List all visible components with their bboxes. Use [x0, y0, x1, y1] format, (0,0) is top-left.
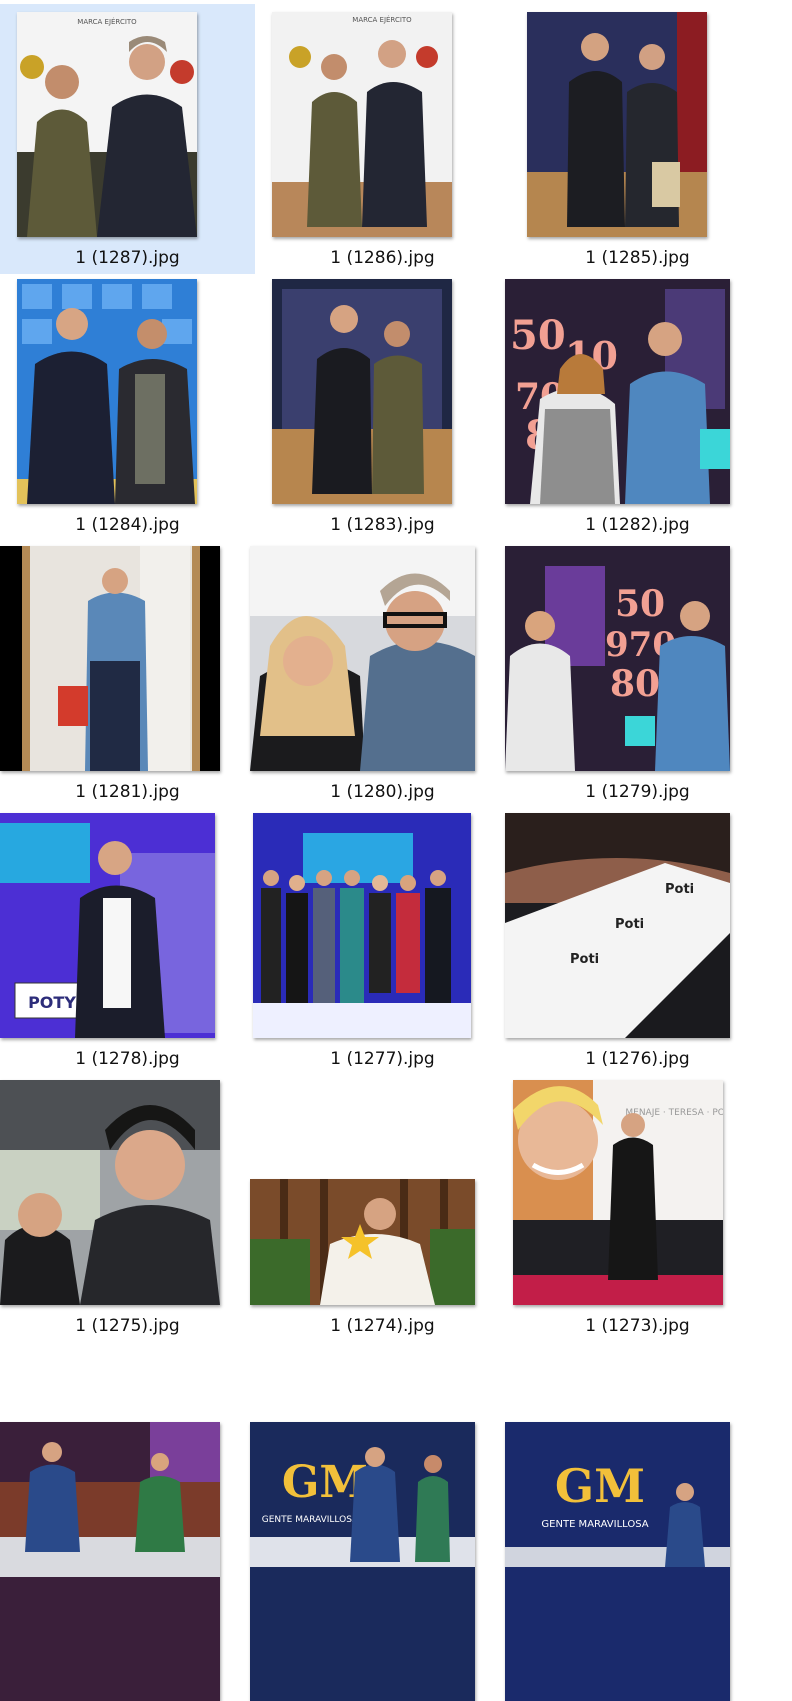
thumbnail-image: MENAJE · TERESA · POS [513, 1080, 723, 1305]
file-name: 1 (1277).jpg [330, 1049, 435, 1069]
thumbnail-image [272, 279, 452, 504]
file-name: 1 (1280).jpg [330, 782, 435, 802]
thumbnail-image: MARCA EJÉRCITO [272, 12, 452, 237]
svg-text:80: 80 [610, 663, 660, 705]
svg-text:50: 50 [615, 583, 665, 625]
file-grid: { "files": [ {"name": "1 (1287).jpg"}, {… [0, 0, 792, 1701]
file-tile[interactable]: POTY 1 (1278).jpg [0, 805, 255, 1075]
file-tile[interactable]: MARCA EJÉRCITO 1 (1287).jpg [0, 4, 255, 274]
file-name: 1 (1284).jpg [75, 515, 180, 535]
file-tile[interactable]: 1 (1285).jpg [510, 4, 765, 274]
thumbnail-image: 50 970 80 [505, 546, 730, 771]
file-name: 1 (1278).jpg [75, 1049, 180, 1069]
thumbnail-image [0, 1422, 220, 1701]
svg-text:Poti: Poti [570, 952, 599, 967]
banner-text: MARCA EJÉRCITO [77, 17, 137, 26]
svg-text:Poti: Poti [665, 882, 694, 897]
thumbnail-image: GM GENTE MARAVILLOSA [250, 1422, 475, 1701]
thumbnail-image: GM GENTE MARAVILLOSA [505, 1422, 730, 1701]
file-tile[interactable] [0, 1414, 255, 1701]
file-name: 1 (1283).jpg [330, 515, 435, 535]
thumbnail-image [17, 279, 197, 504]
show-title: GENTE MARAVILLOSA [262, 1515, 359, 1525]
file-name: 1 (1276).jpg [585, 1049, 690, 1069]
file-name: 1 (1274).jpg [330, 1316, 435, 1336]
file-name: 1 (1287).jpg [75, 248, 180, 268]
file-tile[interactable]: 1 (1277).jpg [253, 805, 510, 1075]
file-name: 1 (1285).jpg [585, 248, 690, 268]
thumbnail-image [527, 12, 707, 237]
banner-text: MARCA EJÉRCITO [352, 15, 412, 24]
gm-logo: GM [555, 1459, 645, 1513]
file-tile[interactable]: 1 (1283).jpg [255, 271, 510, 541]
file-tile[interactable]: MARCA EJÉRCITO 1 (1286).jpg [255, 4, 510, 274]
poty-sign: POTY [28, 993, 76, 1012]
file-tile[interactable]: 5010 7080 1 (1282).jpg [505, 271, 765, 541]
file-name: 1 (1282).jpg [585, 515, 690, 535]
file-name: 1 (1275).jpg [75, 1316, 180, 1336]
file-tile[interactable]: 1 (1275).jpg [0, 1072, 255, 1342]
file-name: 1 (1281).jpg [75, 782, 180, 802]
thumbnail-image [250, 546, 475, 771]
file-tile[interactable]: MENAJE · TERESA · POS 1 (1273).jpg [510, 1072, 765, 1342]
show-title: GENTE MARAVILLOSA [541, 1519, 648, 1530]
file-tile[interactable]: 1 (1284).jpg [0, 271, 255, 541]
thumbnail-image: MARCA EJÉRCITO [17, 12, 197, 237]
thumbnail-image: POTY [0, 813, 215, 1038]
file-tile[interactable]: GM GENTE MARAVILLOSA [250, 1414, 510, 1701]
thumbnail-image [0, 546, 220, 771]
file-tile[interactable]: GM GENTE MARAVILLOSA [505, 1414, 765, 1701]
thumbnail-image [0, 1080, 220, 1305]
file-tile[interactable]: Poti Poti Poti 1 (1276).jpg [505, 805, 765, 1075]
file-name: 1 (1279).jpg [585, 782, 690, 802]
file-tile[interactable]: 1 (1281).jpg [0, 538, 255, 808]
svg-text:50: 50 [510, 312, 566, 359]
svg-text:Poti: Poti [615, 917, 644, 932]
thumbnail-image: 5010 7080 [505, 279, 730, 504]
file-tile[interactable]: 50 970 80 1 (1279).jpg [505, 538, 765, 808]
file-tile[interactable]: 1 (1280).jpg [250, 538, 510, 808]
thumbnail-image [253, 813, 471, 1038]
thumbnail-image [250, 1179, 475, 1305]
thumbnail-image: Poti Poti Poti [505, 813, 730, 1038]
file-tile[interactable]: 1 (1274).jpg [250, 1072, 510, 1342]
file-name: 1 (1286).jpg [330, 248, 435, 268]
file-name: 1 (1273).jpg [585, 1316, 690, 1336]
